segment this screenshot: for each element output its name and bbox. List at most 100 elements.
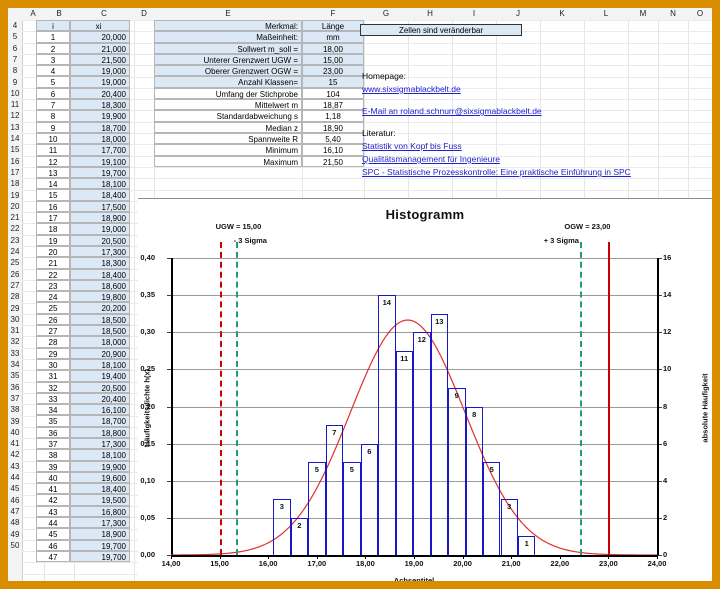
table-row[interactable]: 32 20,500 (22, 381, 130, 393)
table-row[interactable]: 43 16,800 (22, 505, 130, 518)
cell-value[interactable]: 18,000 (70, 132, 130, 145)
cell-index[interactable]: 44 (36, 517, 70, 529)
stats-value[interactable]: 104 (302, 87, 364, 100)
homepage-link[interactable]: www.sixsigmablackbelt.de (362, 83, 631, 95)
histogram-bar[interactable] (448, 387, 466, 555)
table-row[interactable]: 42 19,500 (22, 494, 130, 506)
row-header-47[interactable]: 47 (8, 506, 22, 517)
cell-index[interactable]: 25 (36, 302, 70, 314)
row-header-4[interactable]: 4 (8, 20, 22, 31)
cell-index[interactable]: 30 (36, 358, 70, 371)
row-header-29[interactable]: 29 (8, 303, 22, 314)
table-row[interactable]: 9 18,700 (22, 121, 130, 133)
row-header-14[interactable]: 14 (8, 133, 22, 144)
column-header-n[interactable]: N (658, 8, 688, 20)
cell-index[interactable]: 8 (36, 110, 70, 122)
table-row[interactable]: 36 18,800 (22, 426, 130, 438)
column-header-m[interactable]: M (628, 8, 658, 20)
literature-link-1[interactable]: Statistik von Kopf bis Fuss (362, 140, 631, 152)
row-header-18[interactable]: 18 (8, 178, 22, 189)
row-header-11[interactable]: 11 (8, 99, 22, 110)
stats-value[interactable]: 15,00 (302, 53, 364, 66)
table-row[interactable]: 33 20,400 (22, 392, 130, 405)
cell-value[interactable]: 18,400 (70, 268, 130, 280)
cell-value[interactable]: 19,100 (70, 155, 130, 167)
cell-index[interactable]: 46 (36, 539, 70, 551)
row-header-49[interactable]: 49 (8, 529, 22, 540)
row-header-6[interactable]: 6 (8, 43, 22, 54)
cell-value[interactable]: 19,700 (70, 166, 130, 179)
column-header-g[interactable]: G (364, 8, 408, 20)
cell-index[interactable]: 7 (36, 99, 70, 111)
column-header-i[interactable]: I (452, 8, 496, 20)
row-header-35[interactable]: 35 (8, 370, 22, 381)
row-header-20[interactable]: 20 (8, 201, 22, 212)
row-header-44[interactable]: 44 (8, 472, 22, 483)
row-header-39[interactable]: 39 (8, 416, 22, 427)
row-header-10[interactable]: 10 (8, 88, 22, 99)
table-row[interactable]: 11 17,700 (22, 144, 130, 156)
cell-index[interactable]: 24 (36, 291, 70, 303)
email-link[interactable]: E-Mail an roland.schnurr@sixsigmablackbe… (362, 105, 631, 117)
row-header-22[interactable]: 22 (8, 223, 22, 234)
histogram-bar[interactable] (308, 462, 326, 555)
cell-index[interactable]: 6 (36, 87, 70, 100)
row-header-23[interactable]: 23 (8, 235, 22, 246)
table-row[interactable]: 13 19,700 (22, 166, 130, 179)
sample-data-table[interactable]: i xi 1 20,000 2 21,000 3 21,500 4 19,000 5 19,000 6 2… (22, 20, 130, 563)
table-row[interactable]: 37 17,300 (22, 437, 130, 450)
stats-value[interactable]: 18,87 (302, 99, 364, 111)
column-header-c[interactable]: C (74, 8, 134, 20)
cell-index[interactable]: 32 (36, 381, 70, 393)
table-row[interactable]: 7 18,300 (22, 99, 130, 111)
row-header-34[interactable]: 34 (8, 359, 22, 370)
table-row[interactable]: 41 18,400 (22, 483, 130, 495)
cell-index[interactable]: 47 (36, 550, 70, 563)
literature-link-2[interactable]: Qualitätsmanagement für Ingenieure (362, 153, 631, 165)
histogram-chart[interactable]: Histogramm Häufigkeitsdichte h(x) absolu… (138, 198, 712, 581)
row-header-19[interactable]: 19 (8, 190, 22, 201)
table-row[interactable]: 1 20,000 (22, 31, 130, 43)
cell-index[interactable]: 26 (36, 313, 70, 326)
row-header-40[interactable]: 40 (8, 427, 22, 438)
column-header-h[interactable]: H (408, 8, 452, 20)
table-row[interactable]: 31 19,400 (22, 370, 130, 382)
table-row[interactable]: 38 18,100 (22, 449, 130, 461)
cell-index[interactable]: 16 (36, 200, 70, 213)
cell-index[interactable]: 36 (36, 426, 70, 438)
table-row[interactable]: 45 18,900 (22, 528, 130, 540)
table-row[interactable]: 25 20,200 (22, 302, 130, 314)
table-row[interactable]: 18 19,000 (22, 223, 130, 235)
cell-index[interactable]: 17 (36, 212, 70, 224)
row-header-24[interactable]: 24 (8, 246, 22, 257)
row-header-37[interactable]: 37 (8, 393, 22, 404)
row-header-43[interactable]: 43 (8, 461, 22, 472)
stats-value[interactable]: Länge (302, 20, 364, 32)
cell-value[interactable]: 18,700 (70, 415, 130, 427)
table-row[interactable]: 2 21,000 (22, 42, 130, 54)
row-header-36[interactable]: 36 (8, 382, 22, 393)
table-row[interactable]: 39 19,900 (22, 460, 130, 472)
cell-index[interactable]: 41 (36, 483, 70, 495)
stats-value[interactable]: 18,00 (302, 42, 364, 54)
row-header-41[interactable]: 41 (8, 438, 22, 449)
cell-index[interactable]: 1 (36, 31, 70, 43)
cell-value[interactable]: 17,500 (70, 200, 130, 213)
cell-value[interactable]: 19,000 (70, 223, 130, 235)
table-row[interactable]: 10 18,000 (22, 132, 130, 145)
cell-index[interactable]: 21 (36, 257, 70, 269)
cell-index[interactable]: 31 (36, 370, 70, 382)
row-header-42[interactable]: 42 (8, 449, 22, 460)
row-header-28[interactable]: 28 (8, 291, 22, 302)
cell-index[interactable]: 42 (36, 494, 70, 506)
cell-value[interactable]: xi (70, 20, 130, 32)
histogram-bar[interactable] (413, 332, 431, 555)
cell-index[interactable]: 27 (36, 325, 70, 337)
column-header-j[interactable]: J (496, 8, 540, 20)
histogram-bar[interactable] (325, 425, 344, 555)
cell-value[interactable]: 18,100 (70, 178, 130, 190)
cell-value[interactable]: 18,700 (70, 121, 130, 133)
table-row[interactable]: 14 18,100 (22, 178, 130, 190)
table-row[interactable]: 47 19,700 (22, 550, 130, 563)
stats-value[interactable]: 23,00 (302, 65, 364, 77)
